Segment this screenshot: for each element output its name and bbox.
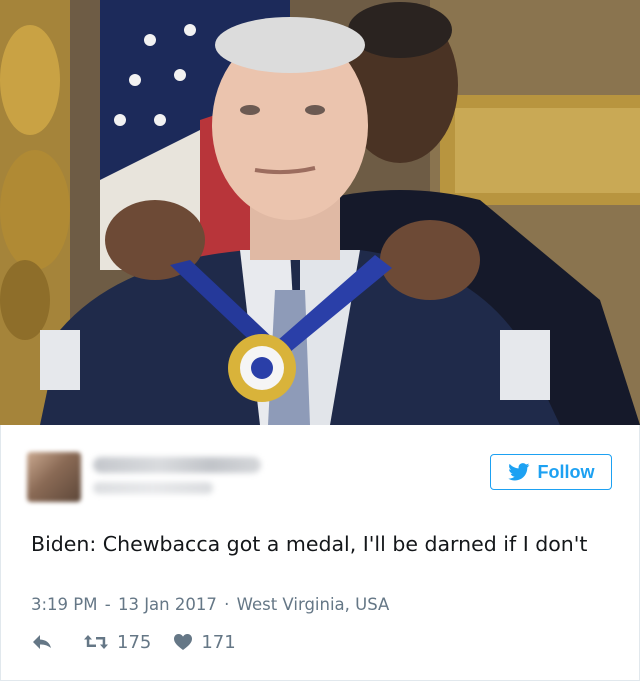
retweet-count: 175 bbox=[117, 631, 152, 653]
reply-button[interactable] bbox=[31, 633, 53, 651]
follow-button-label: Follow bbox=[537, 461, 595, 482]
reply-arrow-icon bbox=[33, 635, 51, 649]
tweet-photo[interactable] bbox=[0, 0, 640, 425]
user-display-name-redacted[interactable] bbox=[93, 457, 261, 473]
tweet-meta: 3:19 PM - 13 Jan 2017 · West Virginia, U… bbox=[31, 595, 389, 614]
avatar[interactable] bbox=[27, 452, 81, 502]
follow-button[interactable]: Follow bbox=[490, 454, 612, 490]
photo-illustration bbox=[0, 0, 640, 425]
user-handle-redacted[interactable] bbox=[93, 482, 213, 494]
tweet-text: Biden: Chewbacca got a medal, I'll be da… bbox=[31, 532, 588, 556]
tweet-card: Follow Biden: Chewbacca got a medal, I'l… bbox=[0, 0, 640, 681]
tweet-location[interactable]: West Virginia, USA bbox=[237, 595, 390, 614]
meta-separator-dot: · bbox=[224, 595, 230, 614]
like-button[interactable]: 171 bbox=[173, 631, 236, 653]
twitter-bird-icon bbox=[507, 463, 529, 481]
tweet-body: Follow Biden: Chewbacca got a medal, I'l… bbox=[0, 425, 640, 681]
meta-separator-dash: - bbox=[104, 595, 111, 614]
like-count: 171 bbox=[201, 631, 236, 653]
retweet-button[interactable]: 175 bbox=[83, 632, 151, 653]
tweet-time[interactable]: 3:19 PM bbox=[31, 595, 97, 614]
tweet-date[interactable]: 13 Jan 2017 bbox=[118, 595, 217, 614]
tweet-actions: 175 171 bbox=[31, 629, 236, 655]
retweet-icon bbox=[84, 635, 108, 649]
heart-icon bbox=[174, 634, 193, 650]
